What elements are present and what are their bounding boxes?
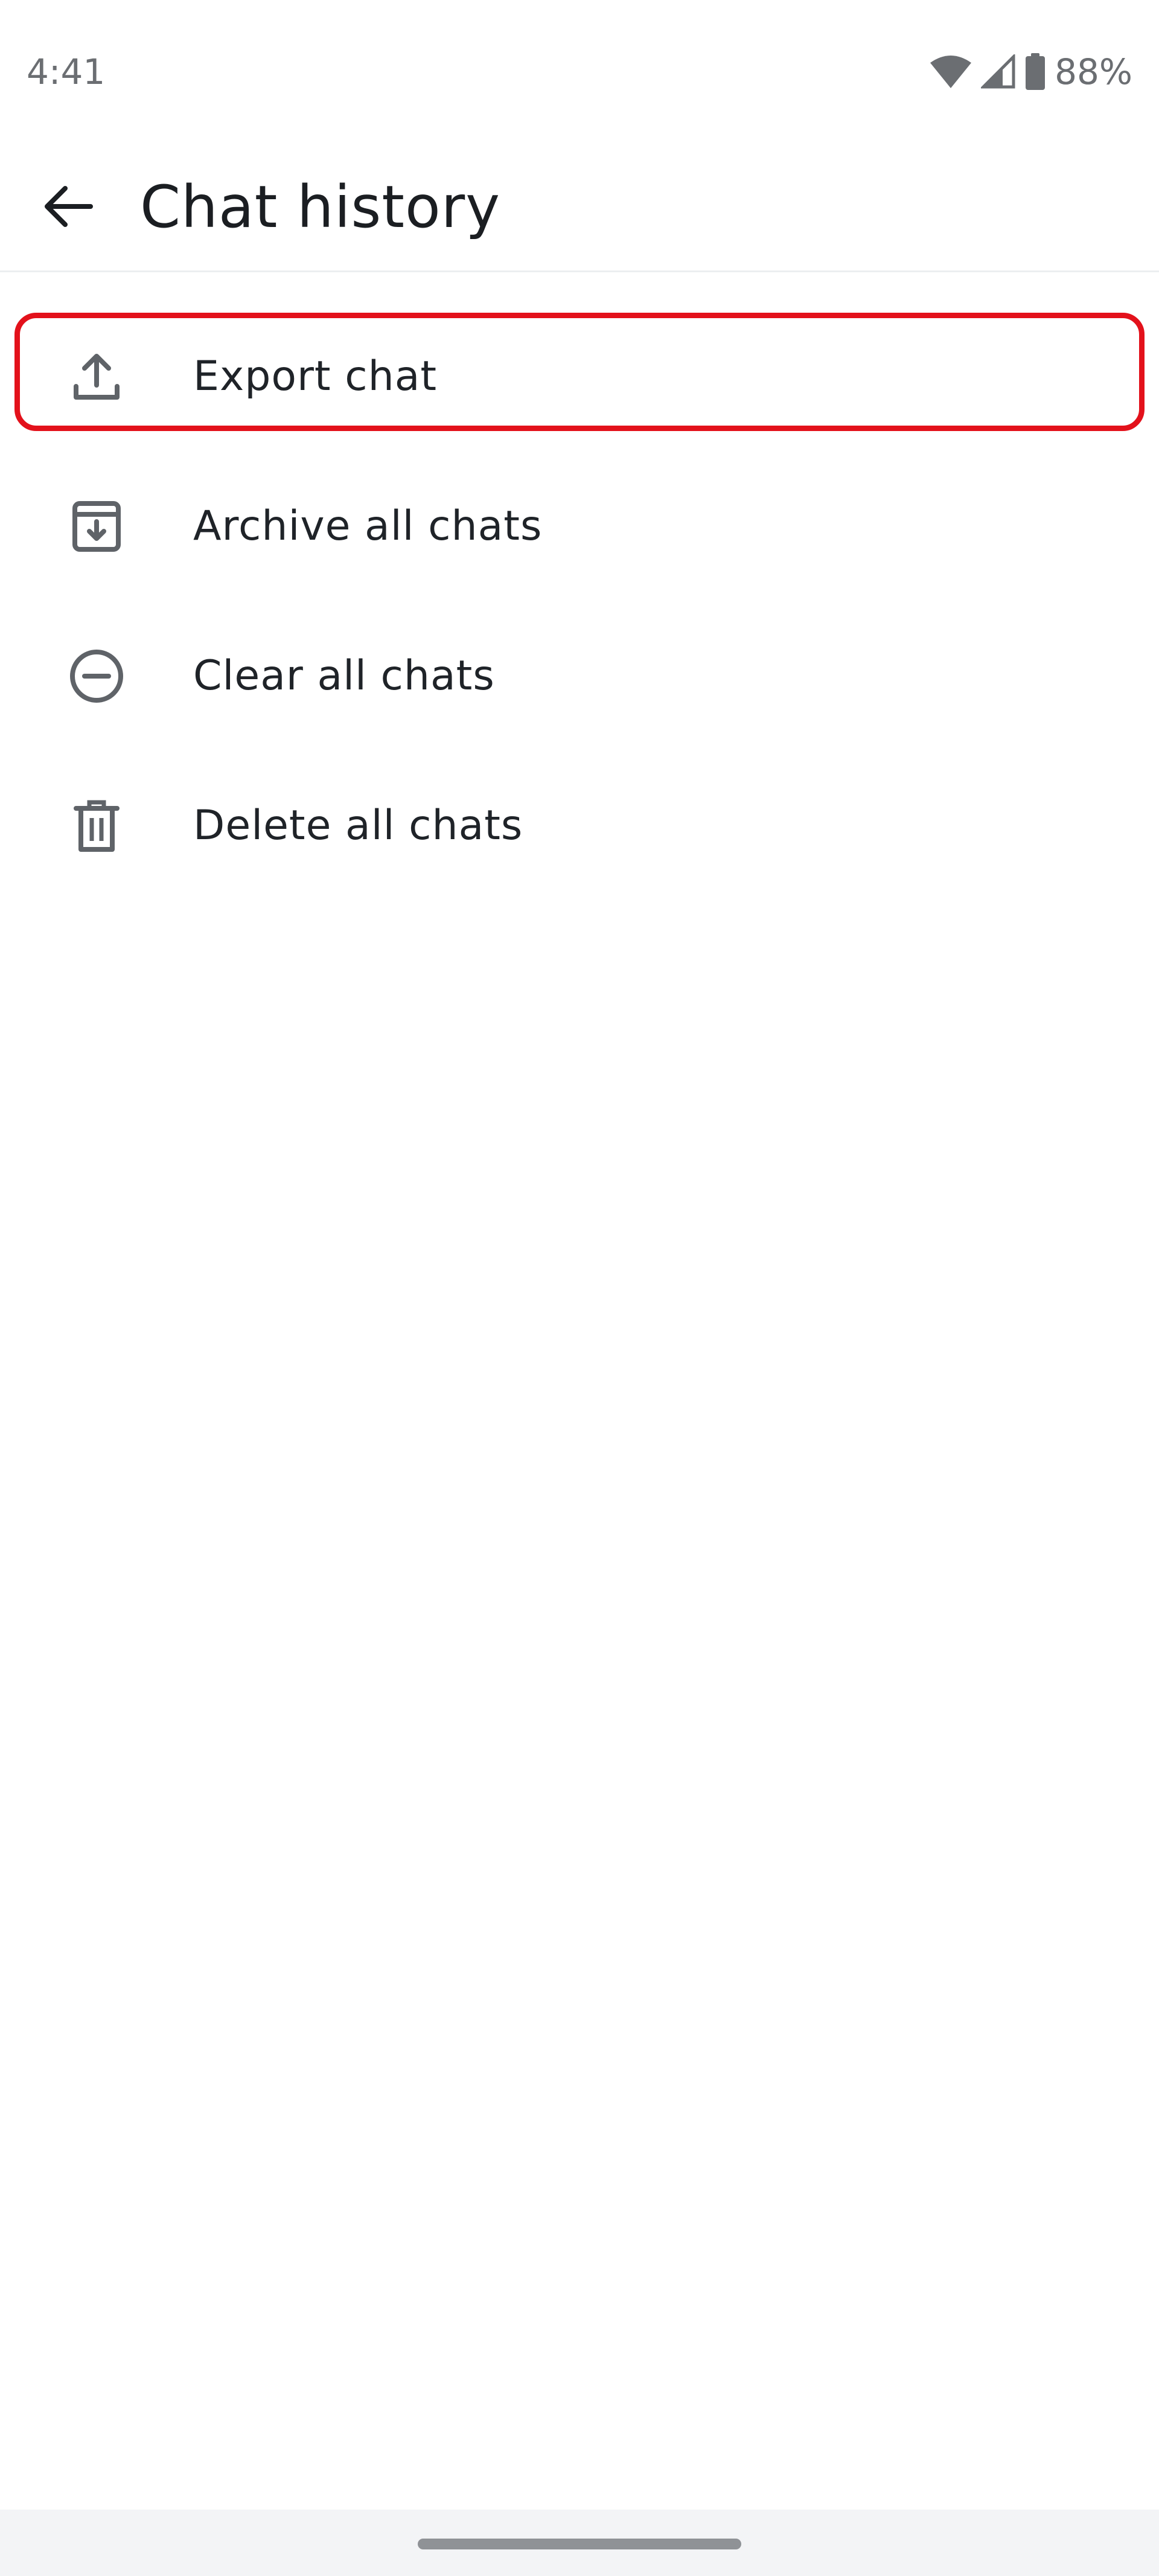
export-chat-item[interactable]: Export chat [0,302,1159,452]
arrow-left-icon [42,185,93,231]
status-time: 4:41 [27,51,106,92]
status-bar: 4:41 88% [0,0,1159,145]
page-title: Chat history [140,173,501,241]
archive-all-chats-label: Archive all chats [193,502,543,550]
archive-all-chats-item[interactable]: Archive all chats [0,452,1159,601]
wifi-icon [929,54,972,89]
battery-percent: 88% [1055,51,1132,92]
clear-all-chats-item[interactable]: Clear all chats [0,601,1159,751]
cellular-signal-icon [981,54,1016,89]
system-navigation-bar [0,2510,1159,2576]
delete-all-chats-item[interactable]: Delete all chats [0,751,1159,901]
trash-icon [65,794,128,857]
app-bar: Chat history [0,145,1159,272]
gesture-handle[interactable] [418,2539,741,2549]
back-button[interactable] [31,171,104,244]
clear-all-chats-label: Clear all chats [193,652,495,700]
minus-circle-icon [65,645,128,708]
battery-icon [1024,53,1046,91]
delete-all-chats-label: Delete all chats [193,802,523,849]
status-icons: 88% [929,50,1132,94]
export-chat-label: Export chat [193,353,438,400]
archive-icon [65,495,128,558]
chat-history-options-list: Export chat Archive all chats Clear all … [0,302,1159,901]
upload-icon [65,345,128,408]
